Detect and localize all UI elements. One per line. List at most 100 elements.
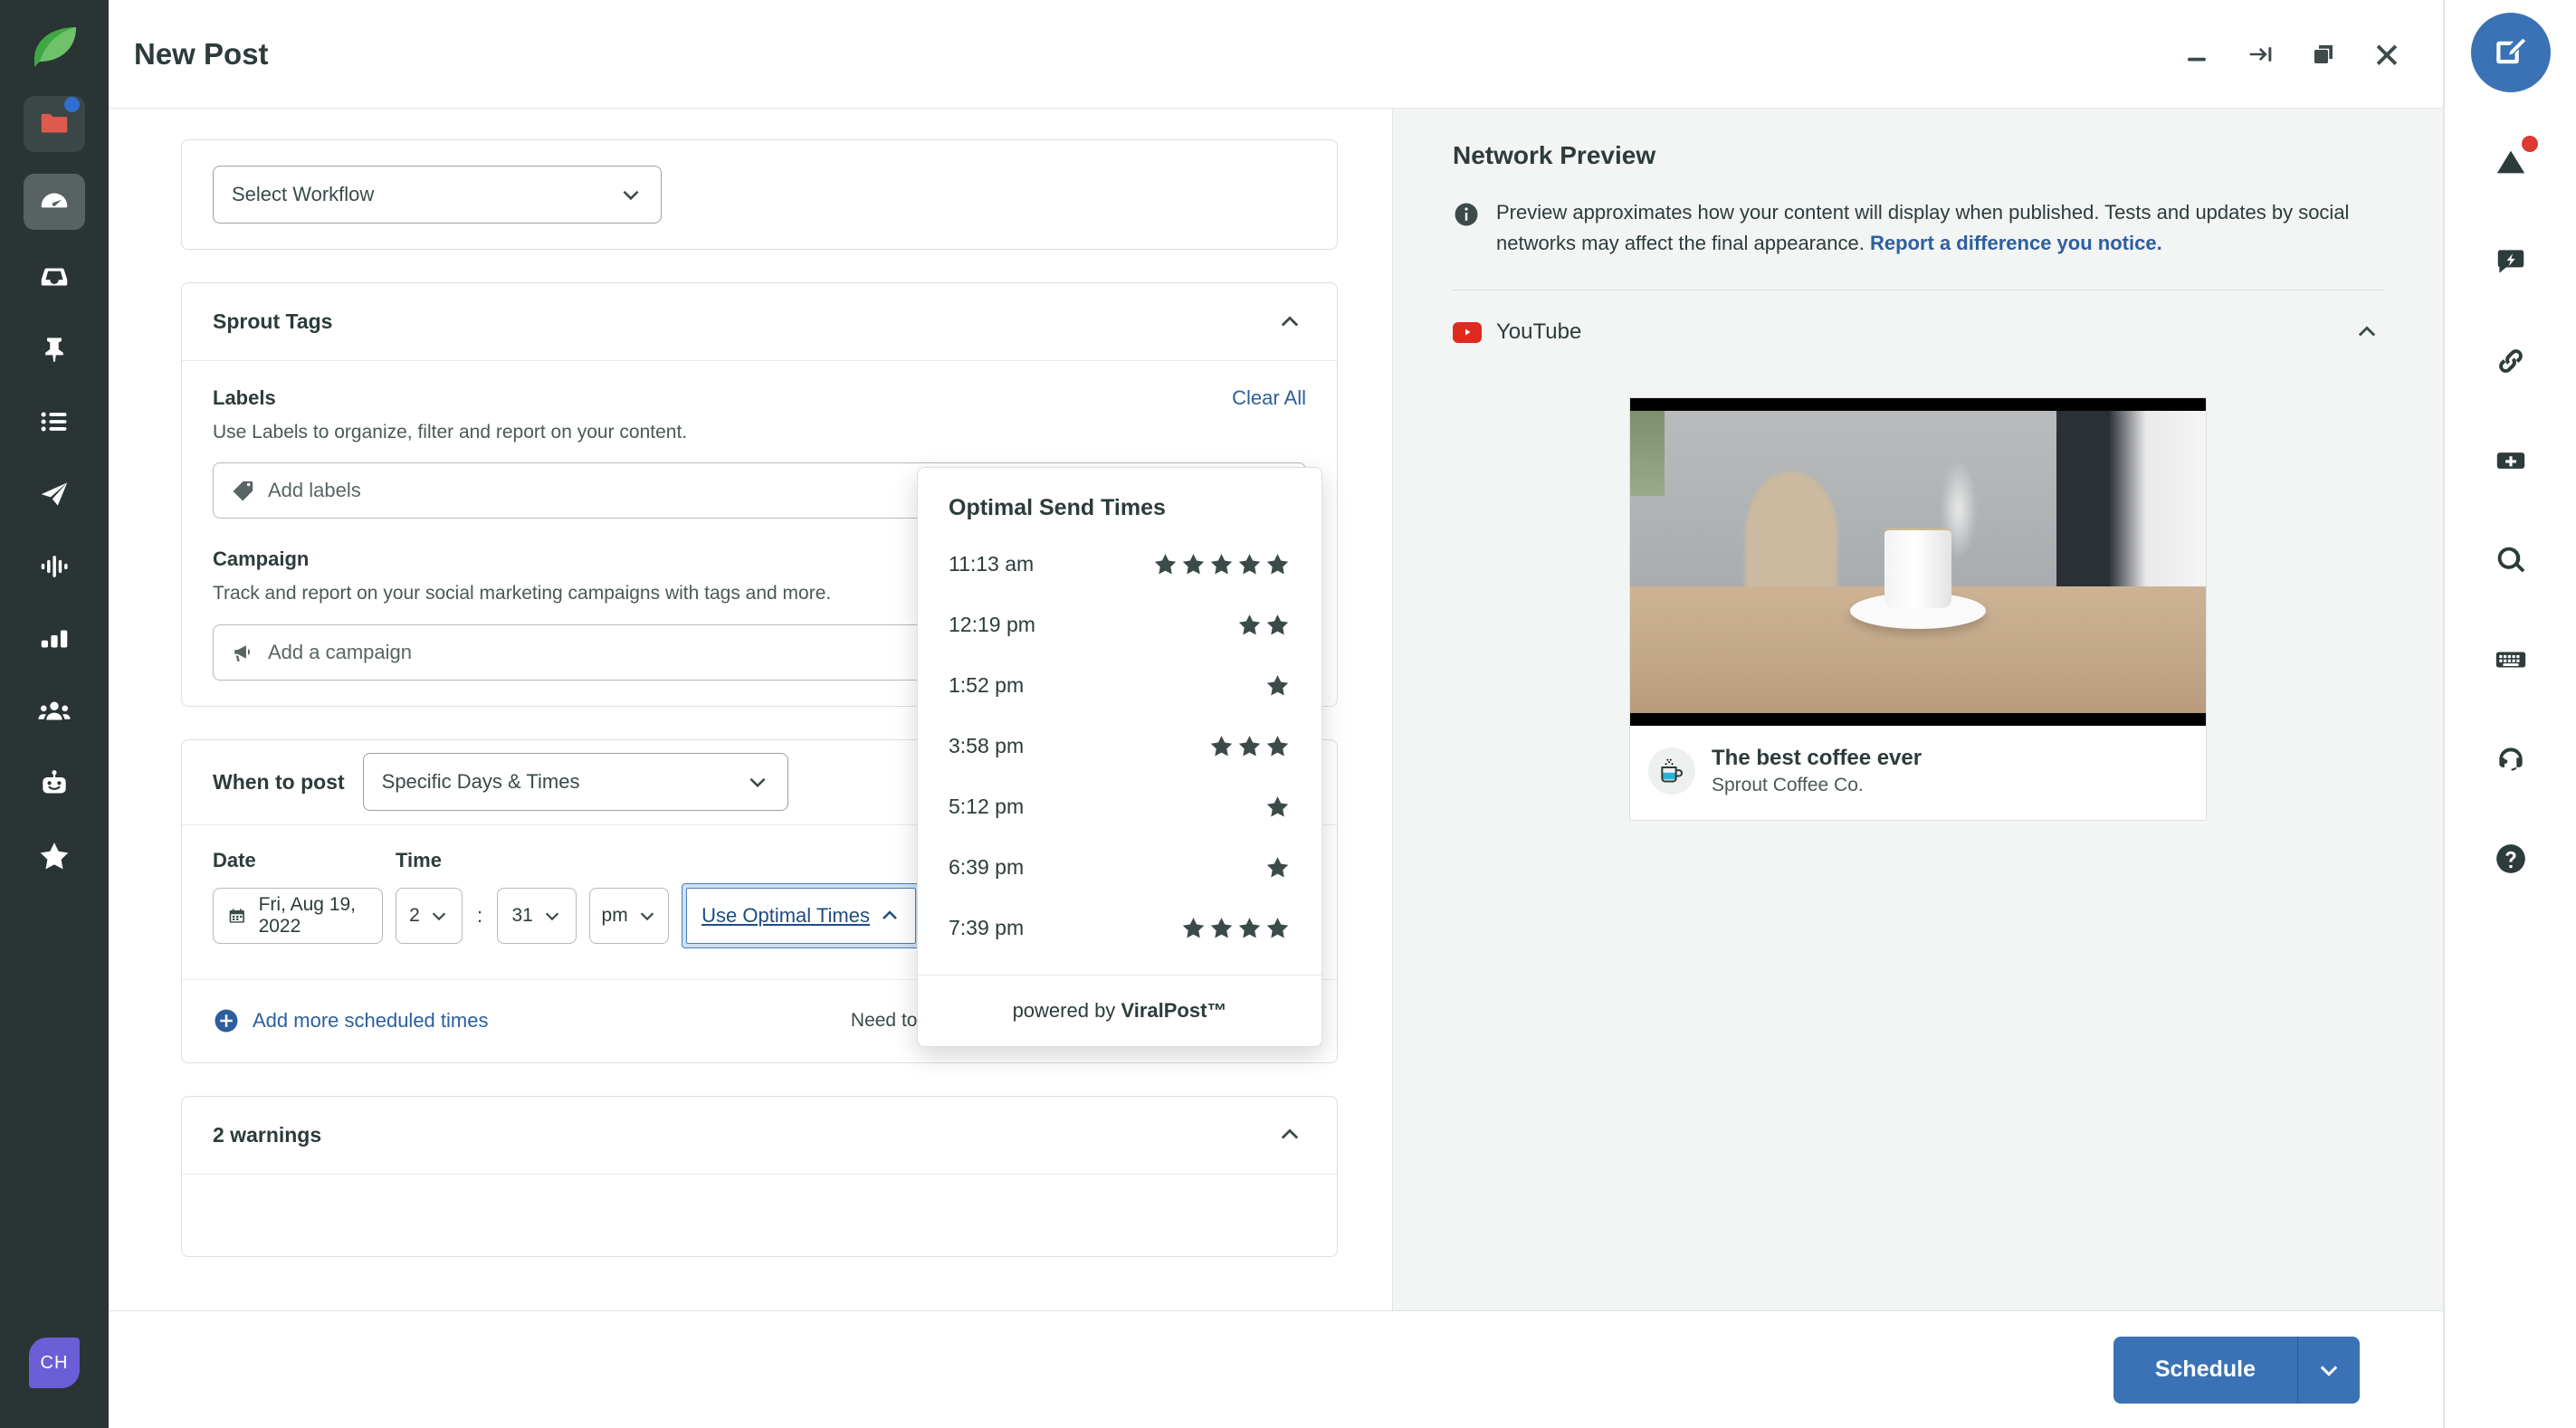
hour-value: 2 xyxy=(409,905,420,927)
schedule-options-button[interactable] xyxy=(2298,1337,2360,1404)
minute-value: 31 xyxy=(511,905,532,927)
network-header: YouTube xyxy=(1453,290,2383,374)
list-item[interactable]: 1:52 pm xyxy=(949,655,1291,716)
meridiem-value: pm xyxy=(602,905,628,927)
sprout-leaf-logo-icon xyxy=(27,20,81,74)
alerts-button[interactable] xyxy=(2471,112,2551,212)
modal-footer: Schedule xyxy=(109,1310,2443,1428)
preview-notice: Preview approximates how your content wi… xyxy=(1453,197,2383,259)
avatar[interactable]: CH xyxy=(29,1338,80,1388)
channel-avatar xyxy=(1648,747,1695,795)
star-icon xyxy=(1236,915,1263,941)
links-button[interactable] xyxy=(2471,311,2551,411)
star-icon xyxy=(37,839,72,873)
sidebar-item-listening[interactable] xyxy=(20,541,89,592)
warnings-header[interactable]: 2 warnings xyxy=(182,1097,1337,1175)
list-item[interactable]: 12:19 pm xyxy=(949,595,1291,655)
list-item[interactable]: 6:39 pm xyxy=(949,837,1291,898)
arrow-to-bar-icon xyxy=(2247,41,2274,68)
time-colon: : xyxy=(475,904,484,928)
sidebar-item-publishing[interactable] xyxy=(20,469,89,519)
folder-icon xyxy=(37,107,72,141)
notification-dot xyxy=(64,97,80,112)
restore-button[interactable] xyxy=(2298,29,2349,80)
meridiem-select[interactable]: pm xyxy=(589,888,669,944)
shortcuts-button[interactable] xyxy=(2471,610,2551,709)
report-difference-link[interactable]: Report a difference you notice. xyxy=(1870,232,2162,254)
when-to-post-select-value: Specific Days & Times xyxy=(382,770,746,794)
optimal-send-times-popup: Optimal Send Times 11:13 am xyxy=(917,467,1322,1047)
sidebar-item-audience[interactable] xyxy=(20,686,89,737)
list-item[interactable]: 11:13 am xyxy=(949,534,1291,595)
sidebar-item-reports[interactable] xyxy=(20,614,89,664)
powered-by-text: powered by xyxy=(1013,999,1116,1022)
letterbox-top xyxy=(1630,398,2206,411)
sidebar-item-reviews[interactable] xyxy=(20,831,89,881)
chevron-down-icon xyxy=(619,183,643,206)
close-button[interactable] xyxy=(2361,29,2412,80)
list-item[interactable]: 3:58 pm xyxy=(949,716,1291,776)
search-button[interactable] xyxy=(2471,510,2551,610)
optimal-send-times-title: Optimal Send Times xyxy=(918,468,1321,525)
video-meta: The best coffee ever Sprout Coffee Co. xyxy=(1630,726,2206,820)
hour-select[interactable]: 2 xyxy=(396,888,463,944)
optimal-send-times-footer: powered by ViralPost™ xyxy=(918,975,1321,1046)
list-item[interactable]: 5:12 pm xyxy=(949,776,1291,837)
star-icon xyxy=(1236,733,1263,759)
star-icon xyxy=(1264,915,1291,941)
clear-all-link[interactable]: Clear All xyxy=(1232,386,1306,410)
minute-select[interactable]: 31 xyxy=(497,888,577,944)
inbox-icon xyxy=(37,260,72,294)
help-button[interactable] xyxy=(2471,809,2551,909)
date-input[interactable]: Fri, Aug 19, 2022 xyxy=(213,888,383,944)
sidebar-item-feeds[interactable] xyxy=(20,396,89,447)
collapse-right-button[interactable] xyxy=(2235,29,2285,80)
support-button[interactable] xyxy=(2471,709,2551,809)
sidebar-item-bots[interactable] xyxy=(20,758,89,809)
star-rating xyxy=(1208,733,1291,759)
workflow-select[interactable]: Select Workflow xyxy=(213,166,662,224)
tag-icon xyxy=(232,479,255,502)
sidebar-item-smart-inbox[interactable] xyxy=(20,252,89,302)
message-bolt-icon xyxy=(2494,244,2528,279)
compose-column: Select Workflow Sprout Tags xyxy=(109,109,1392,1310)
megaphone-icon xyxy=(232,641,255,664)
sprout-tags-header[interactable]: Sprout Tags xyxy=(182,283,1337,361)
sprout-leaf-logo[interactable] xyxy=(27,20,81,74)
list-item[interactable]: 7:39 pm xyxy=(949,898,1291,958)
plus-box-icon xyxy=(2494,443,2528,478)
campaign-input-placeholder: Add a campaign xyxy=(268,641,412,664)
sidebar-item-folder-notification[interactable] xyxy=(24,96,85,152)
use-optimal-times-button[interactable]: Use Optimal Times xyxy=(686,888,916,944)
sidebar-item-dashboard[interactable] xyxy=(24,174,85,230)
question-circle-icon xyxy=(2494,842,2528,876)
scene-chair xyxy=(1745,471,1837,598)
time-label: Time xyxy=(396,849,442,872)
pushpin-icon xyxy=(37,332,72,367)
compose-fab[interactable] xyxy=(2471,13,2551,92)
people-icon xyxy=(37,694,72,728)
sprout-tags-collapse-button[interactable] xyxy=(1274,306,1306,338)
sidebar-item-publishing-pin[interactable] xyxy=(20,324,89,375)
workflow-card: Select Workflow xyxy=(181,139,1338,250)
warnings-collapse-button[interactable] xyxy=(1274,1119,1306,1151)
optimal-time-value: 1:52 pm xyxy=(949,673,1264,698)
warnings-title: 2 warnings xyxy=(213,1123,1274,1147)
preview-notice-text: Preview approximates how your content wi… xyxy=(1496,197,2383,259)
chevron-up-icon xyxy=(2354,319,2380,345)
optimal-send-times-list: 11:13 am 12:19 pm xyxy=(918,525,1321,975)
viralpost-brand: ViralPost™ xyxy=(1121,999,1226,1022)
minimize-button[interactable] xyxy=(2171,29,2222,80)
star-icon xyxy=(1264,551,1291,577)
optimal-time-value: 6:39 pm xyxy=(949,855,1264,880)
add-content-button[interactable] xyxy=(2471,411,2551,510)
star-rating xyxy=(1264,794,1291,820)
network-collapse-button[interactable] xyxy=(2351,316,2383,348)
video-preview-card[interactable]: The best coffee ever Sprout Coffee Co. xyxy=(1629,397,2207,821)
feedback-button[interactable] xyxy=(2471,212,2551,311)
workflow-select-label: Select Workflow xyxy=(232,183,619,206)
when-to-post-select[interactable]: Specific Days & Times xyxy=(363,753,788,811)
plus-circle-icon xyxy=(213,1007,240,1034)
add-more-scheduled-times-button[interactable]: Add more scheduled times xyxy=(213,1007,488,1034)
schedule-button[interactable]: Schedule xyxy=(2113,1337,2298,1404)
